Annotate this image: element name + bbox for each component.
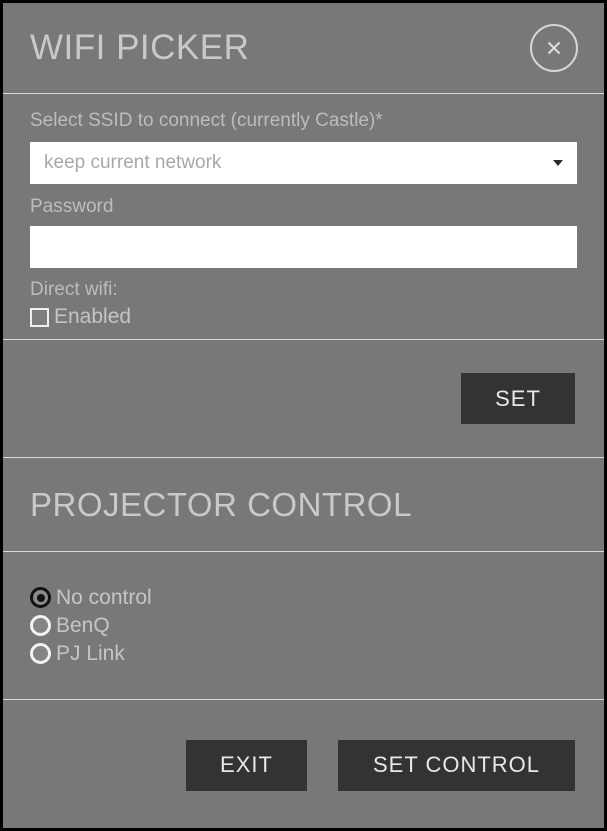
direct-wifi-enabled-checkbox[interactable]: Enabled	[30, 305, 577, 329]
projector-section-header: PROJECTOR CONTROL	[3, 458, 604, 551]
direct-wifi-label: Direct wifi:	[30, 279, 118, 300]
ssid-select[interactable]: keep current network	[30, 142, 577, 184]
ssid-label: Select SSID to connect (currently Castle…	[30, 110, 383, 131]
dialog-footer: EXIT SET CONTROL	[3, 700, 604, 830]
ssid-select-value: keep current network	[44, 152, 222, 173]
set-control-button[interactable]: SET CONTROL	[338, 739, 575, 791]
set-button[interactable]: SET	[461, 373, 575, 424]
checkbox-box-icon	[30, 307, 49, 327]
radio-unselected-icon	[30, 615, 51, 636]
close-icon[interactable]	[530, 24, 578, 72]
page-title: WIFI PICKER	[30, 28, 250, 67]
direct-wifi-enabled-label: Enabled	[54, 305, 132, 328]
radio-unselected-icon	[30, 643, 51, 664]
radio-label-benq: BenQ	[56, 614, 110, 637]
wifi-picker-dialog: WIFI PICKER Select SSID to connect (curr…	[0, 0, 607, 831]
radio-option-pj-link[interactable]: PJ Link	[30, 641, 577, 666]
radio-option-benq[interactable]: BenQ	[30, 613, 577, 638]
password-label: Password	[30, 196, 114, 217]
wifi-form: Select SSID to connect (currently Castle…	[3, 94, 604, 339]
radio-option-no-control[interactable]: No control	[30, 585, 577, 610]
radio-label-pj-link: PJ Link	[56, 642, 125, 665]
chevron-down-icon	[553, 160, 563, 166]
exit-button[interactable]: EXIT	[186, 739, 307, 791]
radio-label-no-control: No control	[56, 586, 152, 609]
radio-selected-icon	[30, 587, 51, 608]
password-field[interactable]	[30, 226, 577, 268]
projector-heading: PROJECTOR CONTROL	[30, 485, 412, 523]
dialog-header: WIFI PICKER	[3, 3, 604, 93]
projector-control-options: No control BenQ PJ Link	[3, 552, 604, 699]
wifi-actions: SET	[3, 340, 604, 457]
